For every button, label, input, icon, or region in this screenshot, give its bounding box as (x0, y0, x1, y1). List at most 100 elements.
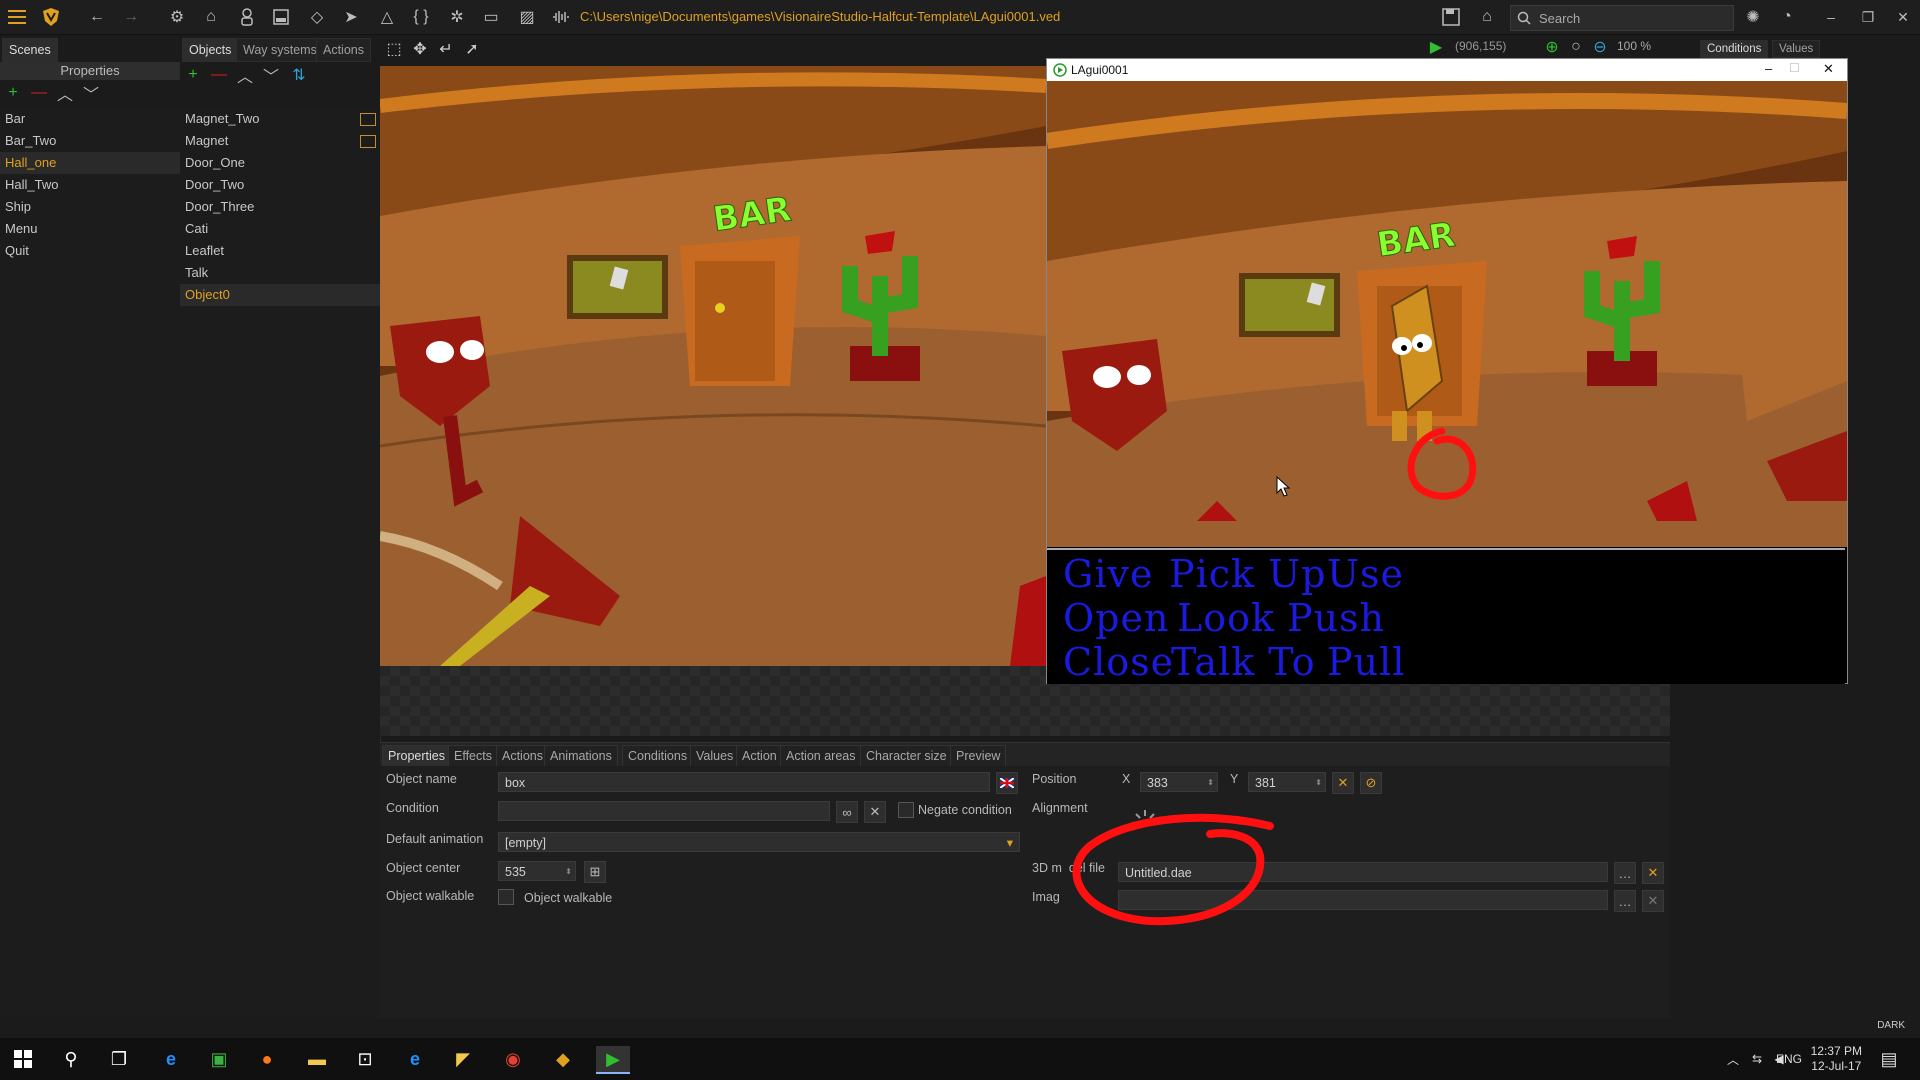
object-item[interactable]: Door_One (180, 152, 380, 174)
move-down-icon[interactable]: ﹀ (82, 84, 100, 104)
scene-item-menu[interactable]: Menu (0, 218, 180, 240)
interface-icon[interactable] (270, 6, 292, 28)
object-item[interactable]: Leaflet (180, 240, 380, 262)
search-icon[interactable]: ⚲ (58, 1046, 84, 1072)
default-animation-select[interactable]: [empty] ▾ (498, 832, 1020, 852)
tab-preview[interactable]: Preview (950, 745, 1007, 767)
browse-model-icon[interactable]: … (1614, 862, 1636, 884)
object-item-selected[interactable]: Object0 (180, 284, 380, 306)
search-input[interactable] (1537, 9, 1731, 27)
play-icon[interactable]: ▶ (1427, 38, 1445, 56)
move-up-icon[interactable]: ︿ (56, 84, 74, 104)
back-arrow-icon[interactable]: ← (86, 6, 108, 28)
hatch-icon[interactable]: ▨ (516, 6, 538, 28)
home-build-icon[interactable]: ⌂ (1476, 6, 1498, 28)
internet-explorer-icon[interactable]: e (402, 1046, 428, 1072)
notifications-icon[interactable]: ▤ (1876, 1046, 1902, 1072)
tray-chevron-icon[interactable]: ︿ (1720, 1046, 1746, 1072)
player-taskbar-icon[interactable]: ▶ (596, 1046, 630, 1074)
search-field[interactable] (1510, 5, 1734, 31)
forward-arrow-icon[interactable]: → (120, 6, 142, 28)
tab-scenes[interactable]: Scenes (2, 38, 58, 62)
file-icon[interactable]: ◤ (450, 1046, 476, 1072)
tab-values[interactable]: Values (690, 745, 740, 767)
theme-indicator[interactable]: DARK (1845, 1020, 1905, 1036)
tab-character-size[interactable]: Character size (860, 745, 953, 767)
return-icon[interactable]: ↵ (437, 40, 455, 58)
pick-center-icon[interactable]: ⊞ (584, 861, 606, 883)
tab-actions[interactable]: Actions (316, 38, 371, 62)
clear-image-icon[interactable]: ✕ (1642, 890, 1664, 912)
chrome-icon[interactable]: ◉ (500, 1046, 526, 1072)
minimize-button[interactable]: – (1820, 6, 1842, 28)
add-object-icon[interactable]: + (184, 66, 202, 84)
audio-icon[interactable] (550, 6, 572, 28)
firefox-icon[interactable]: ● (254, 1046, 280, 1072)
task-view-icon[interactable]: ❐ (106, 1046, 132, 1072)
negate-condition-checkbox[interactable] (898, 802, 914, 818)
game-minimize-button[interactable]: – (1765, 61, 1772, 76)
game-close-button[interactable]: ✕ (1823, 61, 1834, 77)
zoom-out-icon[interactable]: ⊖ (1591, 38, 1609, 56)
object-item[interactable]: Door_Three (180, 196, 380, 218)
particles-icon[interactable]: ✲ (446, 6, 468, 28)
visionaire-taskbar-icon[interactable]: ◆ (550, 1046, 576, 1072)
game-scene[interactable]: BAR (1047, 81, 1847, 547)
object-walkable-checkbox[interactable] (498, 889, 514, 905)
restore-button[interactable]: ❐ (1857, 6, 1879, 28)
scene-item-bar[interactable]: Bar (0, 108, 180, 130)
clock[interactable]: 12:37 PM 12-Jul-17 (1811, 1044, 1862, 1074)
pick-position-icon[interactable]: ⊘ (1360, 772, 1382, 794)
verb-use[interactable]: Use (1327, 552, 1404, 596)
object-center-field[interactable]: 535 ⬍ (498, 861, 576, 881)
verb-pull[interactable]: Pull (1327, 640, 1405, 684)
game-maximize-button[interactable]: ☐ (1789, 61, 1800, 75)
tab-animations[interactable]: Animations (544, 745, 618, 767)
windows-start-icon[interactable] (10, 1046, 36, 1072)
move-down-icon[interactable]: ﹀ (262, 66, 280, 86)
language-flag-icon[interactable] (996, 772, 1018, 794)
verb-pick-up[interactable]: Pick Up (1169, 552, 1326, 596)
bug-icon[interactable]: ✺ (1742, 6, 1764, 28)
tab-way-systems[interactable]: Way systems (236, 38, 324, 62)
verb-give[interactable]: Give (1063, 552, 1153, 596)
move-icon[interactable]: ✥ (411, 40, 429, 58)
tab-objects[interactable]: Objects (182, 38, 239, 62)
tab-actions[interactable]: Actions (496, 745, 549, 767)
properties-header[interactable]: Properties (0, 62, 180, 80)
verb-push[interactable]: Push (1287, 596, 1385, 640)
browse-image-icon[interactable]: … (1614, 890, 1636, 912)
save-icon[interactable] (1440, 6, 1462, 28)
gear-icon[interactable]: ⚙ (166, 6, 188, 28)
object-item[interactable]: Door_Two (180, 174, 380, 196)
condition-field[interactable] (498, 801, 830, 821)
home-icon[interactable]: ⌂ (200, 6, 222, 28)
scene-item-bar-two[interactable]: Bar_Two (0, 130, 180, 152)
tab-properties[interactable]: Properties (382, 745, 451, 767)
remove-object-icon[interactable]: — (210, 66, 228, 84)
language-indicator[interactable]: ENG (1776, 1052, 1802, 1066)
object-item[interactable]: Magnet_Two (180, 108, 380, 130)
tab-action-areas[interactable]: Action areas (780, 745, 862, 767)
clear-position-icon[interactable]: ✕ (1332, 772, 1354, 794)
add-scene-icon[interactable]: + (4, 84, 22, 102)
scene-viewport[interactable]: BAR (380, 66, 1046, 666)
verb-close[interactable]: Close (1063, 640, 1174, 684)
scene-item-hall-two[interactable]: Hall_Two (0, 174, 180, 196)
object-item[interactable]: Cati (180, 218, 380, 240)
object-name-field[interactable]: box (498, 772, 990, 792)
link-icon[interactable]: ∞ (836, 801, 858, 823)
move-up-icon[interactable]: ︿ (236, 66, 254, 86)
dialog-icon[interactable]: ▭ (480, 6, 502, 28)
cursor-icon[interactable]: ➤ (340, 6, 362, 28)
object-item[interactable]: Talk (180, 262, 380, 284)
position-x-field[interactable]: 383 ⬍ (1140, 772, 1218, 792)
edge-browser-icon[interactable]: e (158, 1046, 184, 1072)
file-explorer-icon[interactable]: ▬ (304, 1046, 330, 1072)
select-rect-icon[interactable]: ⬚ (385, 40, 403, 58)
remove-scene-icon[interactable]: — (30, 84, 48, 102)
position-y-field[interactable]: 381 ⬍ (1248, 772, 1326, 792)
script-braces-icon[interactable]: { } (410, 6, 432, 28)
tab-action[interactable]: Action (736, 745, 783, 767)
timer-icon[interactable]: ◔ (1776, 6, 1798, 28)
